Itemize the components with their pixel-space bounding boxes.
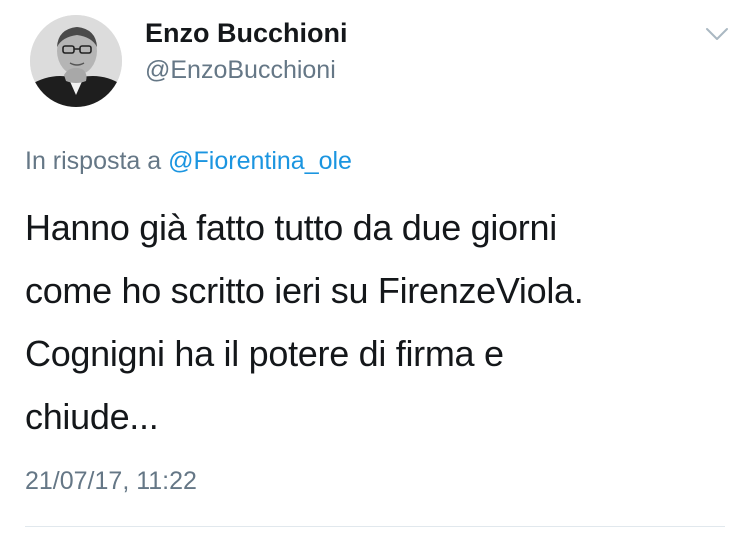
reply-prefix: In risposta a [25,147,169,175]
tweet-text-line: Cognigni ha il potere di firma e [25,333,504,374]
tweet-text-line: chiude... [25,396,159,437]
profile-photo-icon [30,15,122,107]
tweet-timestamp[interactable]: 21/07/17, 11:22 [25,467,197,496]
reply-context: In risposta a @Fiorentina_ole [25,147,352,176]
user-handle[interactable]: @EnzoBucchioni [145,56,336,85]
chevron-down-icon[interactable] [705,26,729,42]
divider [25,526,725,527]
tweet-text-line: Hanno già fatto tutto da due giorni [25,207,557,248]
tweet-text-line: come ho scritto ieri su FirenzeViola. [25,270,584,311]
reply-mention-link[interactable]: @Fiorentina_ole [168,147,352,175]
display-name[interactable]: Enzo Bucchioni [145,18,348,49]
tweet-text: Hanno già fatto tutto da due giorni come… [25,196,725,448]
avatar[interactable] [30,15,122,107]
